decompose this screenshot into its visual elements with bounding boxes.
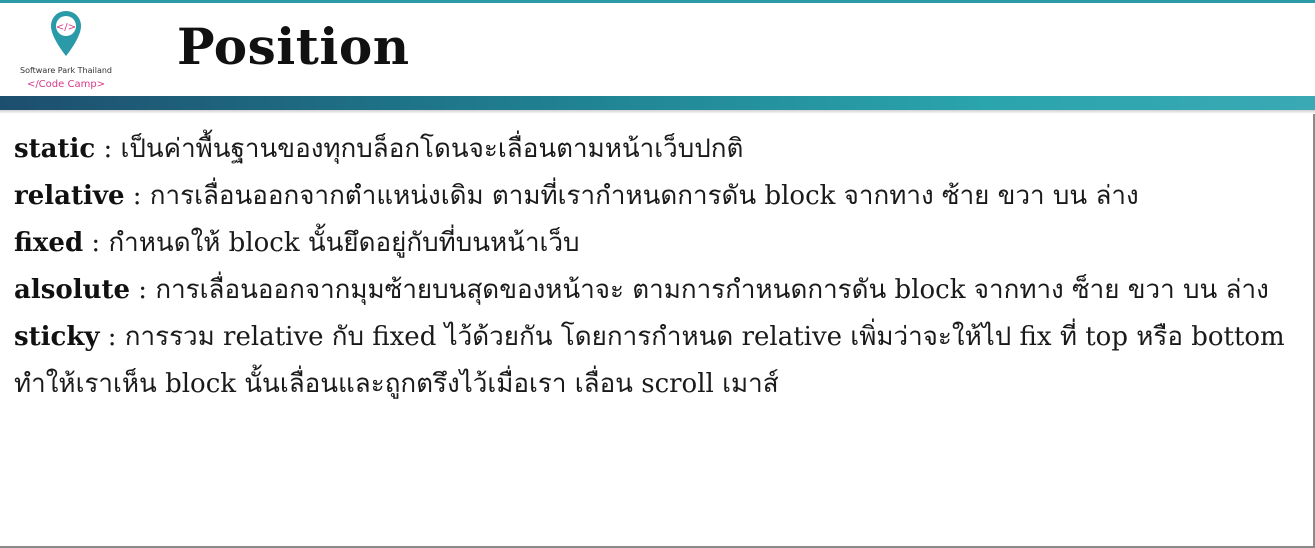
definition-separator: :	[95, 134, 121, 164]
location-pin-icon: </>	[51, 11, 81, 56]
definition-term: relative	[14, 181, 125, 211]
header-band	[0, 96, 1315, 110]
code-glyph: </>	[56, 22, 76, 33]
definition-fixed: fixed : กำหนดให้ block นั้นยึดอยู่กับที่…	[14, 220, 1304, 267]
definition-alsolute: alsolute : การเลื่อนออกจากมุมซ้ายบนสุดขอ…	[14, 267, 1304, 314]
definition-static: static : เป็นค่าพื้นฐานของทุกบล็อกโดนจะเ…	[14, 126, 1304, 173]
slide-header: </> Software Park Thailand </Code Camp> …	[0, 3, 1315, 95]
definition-separator: :	[99, 322, 125, 352]
definition-term: fixed	[14, 228, 84, 258]
page-title: Position	[177, 17, 410, 76]
definition-description: เป็นค่าพื้นฐานของทุกบล็อกโดนจะเลื่อนตามห…	[120, 134, 744, 164]
definition-term: static	[14, 134, 96, 164]
definition-description: การเลื่อนออกจากมุมซ้ายบนสุดของหน้าจะ ตาม…	[155, 275, 1269, 305]
definition-description: การรวม relative กับ fixed ไว้ด้วยกัน โดย…	[14, 322, 1285, 399]
definition-term: sticky	[14, 322, 100, 352]
definition-separator: :	[83, 228, 109, 258]
slide: </> Software Park Thailand </Code Camp> …	[0, 0, 1315, 548]
logo-subtitle: </Code Camp>	[26, 79, 106, 90]
definition-relative: relative : การเลื่อนออกจากตำแหน่งเดิม ตา…	[14, 173, 1304, 220]
definition-separator: :	[124, 181, 150, 211]
definition-description: การเลื่อนออกจากตำแหน่งเดิม ตามที่เรากำหน…	[149, 181, 1139, 211]
software-park-logo: </> Software Park Thailand </Code Camp>	[12, 7, 120, 97]
definition-term: alsolute	[14, 275, 131, 305]
definition-description: กำหนดให้ block นั้นยึดอยู่กับที่บนหน้าเว…	[108, 228, 580, 258]
definition-list: static : เป็นค่าพื้นฐานของทุกบล็อกโดนจะเ…	[14, 126, 1304, 408]
logo-name: Software Park Thailand	[20, 66, 112, 75]
definition-separator: :	[130, 275, 156, 305]
definition-sticky: sticky : การรวม relative กับ fixed ไว้ด้…	[14, 314, 1304, 408]
